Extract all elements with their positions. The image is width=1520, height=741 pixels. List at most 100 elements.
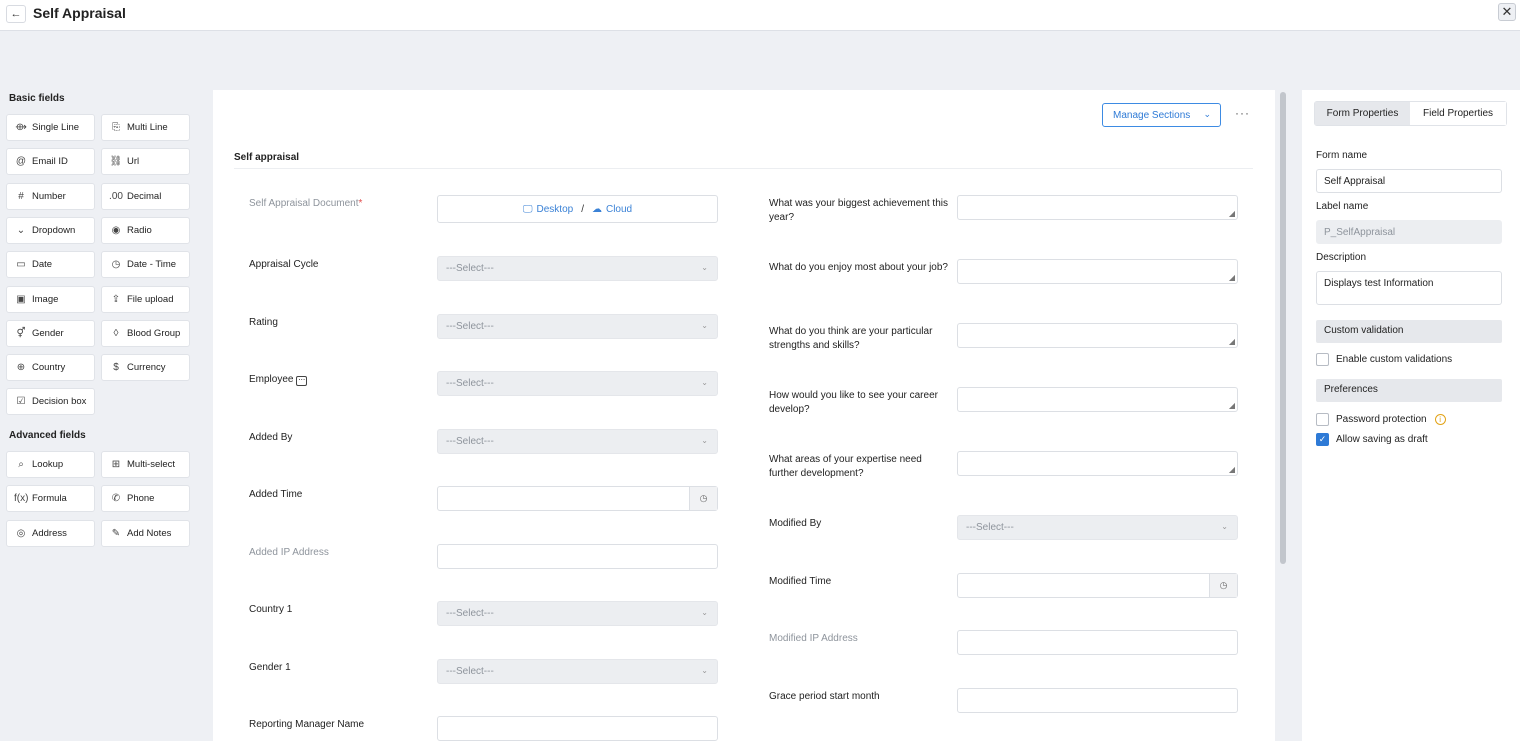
page-title: Self Appraisal: [33, 5, 126, 21]
select-placeholder: ---Select---: [446, 378, 494, 389]
palette-multi-line-button[interactable]: ⎘ Multi Line: [101, 114, 190, 141]
checkbox-box[interactable]: [1316, 353, 1329, 366]
q1-textarea[interactable]: ◢: [957, 195, 1238, 220]
resize-grip-icon[interactable]: ◢: [1229, 465, 1235, 474]
q3-textarea[interactable]: ◢: [957, 323, 1238, 348]
palette-dropdown-button[interactable]: ⌄ Dropdown: [6, 216, 95, 244]
calendar-icon[interactable]: ◷: [689, 487, 717, 510]
cloud-link[interactable]: Cloud: [606, 204, 632, 215]
resize-grip-icon[interactable]: ◢: [1229, 401, 1235, 410]
modified-ip-input[interactable]: [957, 630, 1238, 655]
file-upload-icon: ⇪: [111, 293, 121, 305]
country-icon: ⊕: [16, 362, 26, 374]
palette-radio-button[interactable]: ◉ Radio: [101, 216, 190, 244]
more-options-icon[interactable]: ···: [1235, 106, 1250, 120]
grace-period-input[interactable]: [957, 688, 1238, 713]
palette-item-label: Multi Line: [127, 122, 168, 133]
radio-icon: ◉: [111, 224, 121, 236]
palette-decision-box-button[interactable]: ☑ Decision box: [6, 388, 95, 416]
palette-item-label: Url: [127, 156, 140, 168]
checkbox-box[interactable]: [1316, 413, 1329, 426]
palette-file-upload-button[interactable]: ⇪ File upload: [101, 285, 190, 313]
label-name-label: Label name: [1316, 201, 1369, 212]
canvas-scrollbar[interactable]: [1278, 90, 1288, 741]
q4-textarea[interactable]: ◢: [957, 387, 1238, 412]
back-arrow-icon[interactable]: ←: [6, 5, 26, 23]
modified-time-input[interactable]: ◷: [957, 573, 1238, 598]
added-ip-input[interactable]: [437, 544, 718, 569]
palette-blood-group-button[interactable]: ◊ Blood Group: [101, 319, 190, 347]
palette-image-button[interactable]: ▣ Image: [6, 285, 95, 313]
modified-by-select[interactable]: ---Select--- ⌄: [957, 515, 1238, 540]
palette-url-button[interactable]: ⛓ Url: [101, 148, 190, 176]
palette-phone-button[interactable]: ✆ Phone: [101, 485, 190, 513]
palette-date-button[interactable]: ▭ Date: [6, 251, 95, 279]
tab-field-properties[interactable]: Field Properties: [1410, 102, 1506, 125]
q5-label: What areas of your expertise need furthe…: [769, 454, 922, 479]
palette-item-label: Lookup: [32, 459, 64, 470]
blood-group-icon: ◊: [113, 327, 119, 339]
doc-label-text: Self Appraisal Document: [249, 198, 359, 209]
q5-textarea[interactable]: ◢: [957, 451, 1238, 476]
palette-country-button[interactable]: ⊕ Country: [6, 354, 95, 382]
employee-lookup-icon: ⋯: [296, 376, 308, 386]
section-title: Self appraisal: [234, 152, 300, 163]
palette-currency-button[interactable]: $ Currency: [101, 354, 190, 382]
allow-saving-draft-checkbox[interactable]: ✓ Allow saving as draft: [1316, 433, 1428, 446]
description-input[interactable]: Displays test Information: [1316, 271, 1502, 305]
appraisal-cycle-select[interactable]: ---Select--- ⌄: [437, 256, 718, 281]
grace-period-label: Grace period start month: [769, 691, 880, 702]
palette-multi-select-button[interactable]: ⊞ Multi-select: [101, 451, 190, 478]
checkbox-checked-icon[interactable]: ✓: [1316, 433, 1329, 446]
close-icon[interactable]: ✕: [1498, 3, 1516, 21]
palette-add-notes-button[interactable]: ✎ Add Notes: [101, 519, 190, 547]
manage-sections-label: Manage Sections: [1113, 109, 1191, 121]
form-name-input[interactable]: Self Appraisal: [1316, 169, 1502, 193]
palette-item-label: Single Line: [32, 122, 80, 133]
employee-select[interactable]: ---Select--- ⌄: [437, 371, 718, 396]
rating-select[interactable]: ---Select--- ⌄: [437, 314, 718, 339]
form-canvas: Manage Sections ⌄ ··· Self appraisal Sel…: [213, 90, 1275, 741]
calendar-icon[interactable]: ◷: [1209, 574, 1237, 597]
tab-form-properties[interactable]: Form Properties: [1315, 102, 1410, 125]
modified-by-label: Modified By: [769, 518, 822, 529]
palette-single-line-button[interactable]: ⟴ Single Line: [6, 114, 95, 141]
gender1-select[interactable]: ---Select--- ⌄: [437, 659, 718, 684]
resize-grip-icon[interactable]: ◢: [1229, 273, 1235, 282]
palette-item-label: Country: [32, 362, 66, 374]
palette-item-label: Currency: [127, 362, 166, 374]
add-notes-icon: ✎: [111, 527, 121, 539]
manage-sections-button[interactable]: Manage Sections ⌄: [1102, 103, 1221, 127]
palette-item-label: Decision box: [32, 396, 87, 408]
chevron-down-icon: ⌄: [701, 666, 708, 675]
palette-lookup-button[interactable]: ⌕ Lookup: [6, 451, 95, 478]
palette-formula-button[interactable]: f(x) Formula: [6, 485, 95, 513]
scrollbar-thumb[interactable]: [1280, 92, 1286, 564]
palette-gender-button[interactable]: ⚥ Gender: [6, 319, 95, 347]
country1-select[interactable]: ---Select--- ⌄: [437, 601, 718, 626]
preferences-header: Preferences: [1316, 379, 1502, 402]
added-time-input[interactable]: ◷: [437, 486, 718, 511]
palette-date-time-button[interactable]: ◷ Date - Time: [101, 251, 190, 279]
resize-grip-icon[interactable]: ◢: [1229, 337, 1235, 346]
palette-email-id-button[interactable]: @ Email ID: [6, 148, 95, 176]
palette-item-label: Decimal: [127, 190, 162, 202]
q4-label: How would you like to see your career de…: [769, 390, 938, 415]
enable-custom-validations-checkbox[interactable]: Enable custom validations: [1316, 353, 1452, 366]
palette-decimal-button[interactable]: .00 Decimal: [101, 182, 190, 210]
added-by-select[interactable]: ---Select--- ⌄: [437, 429, 718, 454]
palette-number-button[interactable]: # Number: [6, 182, 95, 210]
reporting-manager-input[interactable]: [437, 716, 718, 741]
added-time-label: Added Time: [249, 489, 303, 500]
q2-textarea[interactable]: ◢: [957, 259, 1238, 284]
info-icon[interactable]: i: [1434, 414, 1446, 425]
desktop-link[interactable]: Desktop: [537, 204, 574, 215]
password-protection-checkbox[interactable]: Password protection i: [1316, 413, 1446, 426]
palette-item-label: Image: [32, 293, 59, 305]
resize-grip-icon[interactable]: ◢: [1229, 209, 1235, 218]
palette-item-label: Email ID: [32, 156, 68, 168]
palette-address-button[interactable]: ◎ Address: [6, 519, 95, 547]
palette-item-label: Formula: [32, 493, 67, 505]
multi-select-icon: ⊞: [111, 459, 121, 470]
palette-item-label: Radio: [127, 224, 152, 236]
